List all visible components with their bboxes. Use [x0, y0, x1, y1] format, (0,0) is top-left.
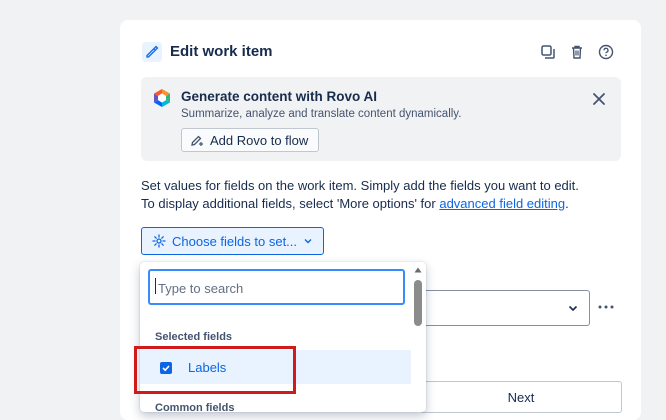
- scrollbar-thumb[interactable]: [414, 280, 422, 326]
- chevron-down-icon: [304, 239, 312, 244]
- trash-icon: [572, 45, 582, 59]
- add-rovo-button[interactable]: Add Rovo to flow: [181, 128, 320, 152]
- scroll-up-icon[interactable]: [414, 266, 422, 274]
- description-line-1: Set values for fields on the work item. …: [141, 178, 579, 193]
- next-button[interactable]: Next: [420, 381, 622, 413]
- description-line-2: To display additional fields, select 'Mo…: [141, 195, 621, 213]
- edit-icon: [142, 42, 162, 62]
- page-title: Edit work item: [170, 43, 273, 60]
- rovo-logo-icon: [154, 89, 170, 107]
- description: Set values for fields on the work item. …: [141, 177, 621, 213]
- help-icon: [598, 44, 614, 60]
- rovo-subtitle: Summarize, analyze and translate content…: [181, 108, 462, 120]
- more-options-button[interactable]: [598, 297, 614, 315]
- add-rovo-label: Add Rovo to flow: [210, 132, 309, 148]
- description-text: To display additional fields, select 'Mo…: [141, 196, 440, 211]
- search-input[interactable]: [156, 277, 400, 299]
- description-suffix: .: [565, 196, 569, 211]
- close-icon[interactable]: [591, 91, 607, 107]
- pencil-sparkle-icon: [191, 135, 203, 146]
- more-icon: [598, 305, 614, 309]
- selected-fields-heading: Selected fields: [155, 331, 233, 343]
- search-box[interactable]: [148, 269, 405, 305]
- advanced-field-editing-link[interactable]: advanced field editing: [439, 196, 565, 211]
- highlight-box: [134, 346, 296, 394]
- choose-fields-label: Choose fields to set...: [172, 233, 298, 249]
- gear-icon: [152, 234, 166, 248]
- choose-fields-button[interactable]: Choose fields to set...: [141, 227, 325, 255]
- common-fields-heading: Common fields: [155, 402, 235, 414]
- help-button[interactable]: [596, 42, 616, 62]
- duplicate-button[interactable]: [538, 42, 558, 62]
- rovo-title: Generate content with Rovo AI: [181, 89, 378, 104]
- text-caret: [155, 278, 156, 294]
- duplicate-icon: [541, 45, 555, 59]
- field-value-select[interactable]: [420, 290, 590, 326]
- delete-button[interactable]: [567, 42, 587, 62]
- chevron-down-icon: [568, 305, 578, 312]
